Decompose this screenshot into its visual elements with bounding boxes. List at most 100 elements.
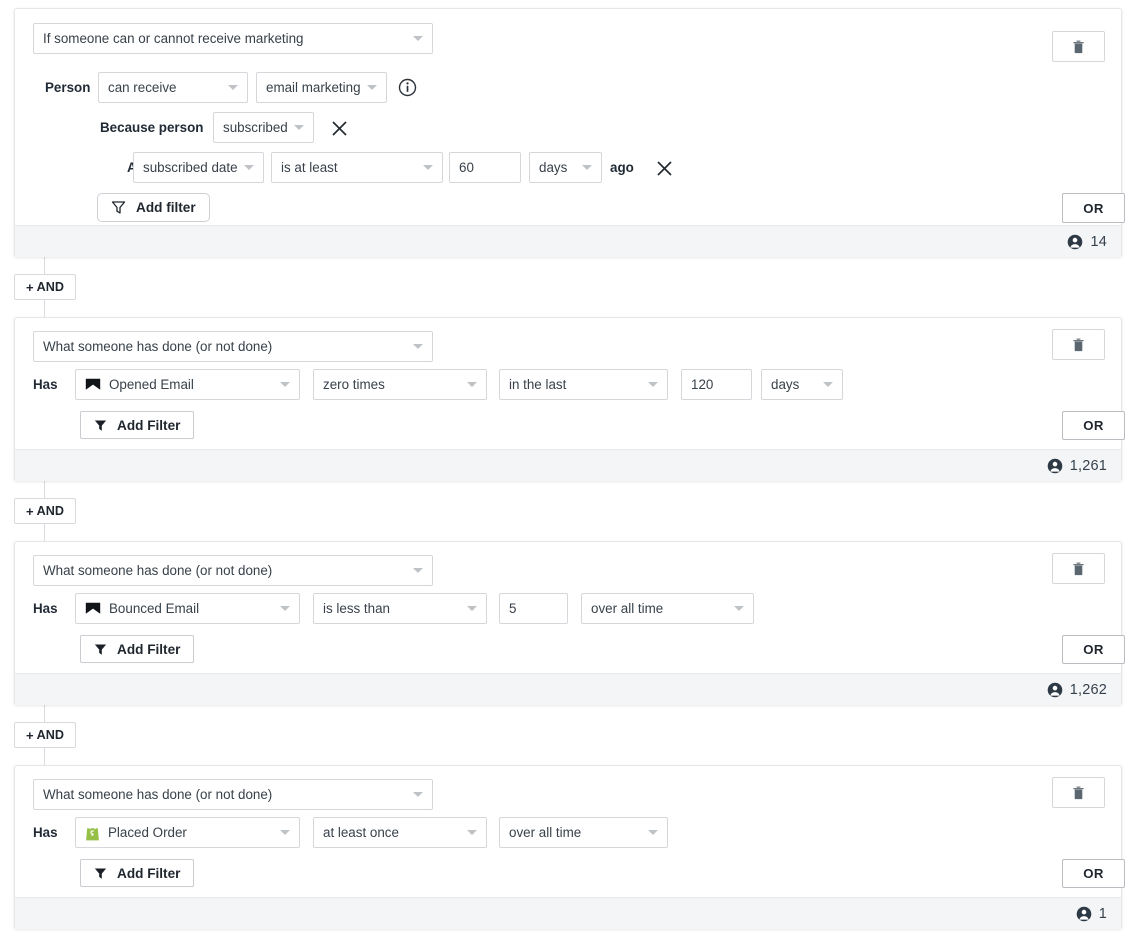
condition-type-select[interactable]: What someone has done (or not done) [33,331,433,362]
timeframe-select[interactable]: over all time [499,817,668,848]
condition-card-bounced-email: What someone has done (or not done) Has … [14,541,1125,705]
channel-select[interactable]: email marketing [256,72,387,103]
channel-value: email marketing [266,80,361,95]
add-filter-label: Add Filter [117,417,181,433]
chevron-down-icon [423,165,433,170]
chevron-down-icon [293,125,304,130]
add-filter-button[interactable]: Add Filter [80,859,195,887]
frequency-amount-input[interactable]: 5 [499,593,568,624]
condition-type-select[interactable]: What someone has done (or not done) [33,555,433,586]
condition-type-select[interactable]: If someone can or cannot receive marketi… [33,23,433,54]
add-and-condition-button-2[interactable]: + AND [14,498,76,524]
receive-status-select[interactable]: can receive [98,72,248,103]
frequency-select[interactable]: at least once [313,817,487,848]
remove-because-row-button[interactable] [330,119,348,137]
date-operator-select[interactable]: is at least [271,152,443,183]
or-button[interactable]: OR [1062,411,1125,440]
add-filter-button[interactable]: Add filter [97,193,210,222]
frequency-value: is less than [323,601,390,616]
date-field-value: subscribed date [143,160,238,175]
timeframe-unit-value: days [771,377,800,392]
timeframe-select[interactable]: over all time [581,593,754,624]
condition-card-opened-email: What someone has done (or not done) Has … [14,317,1125,481]
condition-type-value: What someone has done (or not done) [43,787,273,802]
timeframe-amount-input[interactable]: 120 [681,369,752,400]
person-icon [1047,458,1063,473]
connector-line-1 [44,257,45,274]
condition-type-value: If someone can or cannot receive marketi… [43,31,304,46]
date-field-select[interactable]: subscribed date [133,152,264,183]
or-label: OR [1083,200,1104,216]
has-label: Has [33,601,58,616]
chevron-down-icon [280,606,290,611]
has-label: Has [33,377,58,392]
timeframe-select[interactable]: in the last [499,369,668,400]
card-body: What someone has done (or not done) Has [15,766,1125,897]
chevron-down-icon [413,344,423,349]
connector-line-6 [44,748,45,765]
chevron-down-icon [467,382,477,387]
delete-condition-button[interactable] [1052,329,1105,360]
add-and-condition-button-3[interactable]: + AND [14,722,76,748]
trash-icon [1073,338,1084,351]
frequency-select[interactable]: zero times [313,369,487,400]
trash-icon [1073,40,1084,53]
info-icon[interactable] [398,78,417,97]
delete-condition-button[interactable] [1052,31,1105,62]
remove-and-row-button[interactable] [655,159,673,177]
close-icon [331,120,347,136]
add-filter-label: Add Filter [117,641,181,657]
card-body: If someone can or cannot receive marketi… [15,9,1125,225]
date-amount-input[interactable]: 60 [449,152,521,183]
has-label: Has [33,825,58,840]
close-icon [656,160,672,176]
add-and-condition-button-1[interactable]: + AND [14,274,76,300]
person-label: Person [45,80,91,95]
chevron-down-icon [648,830,658,835]
add-filter-button[interactable]: Add Filter [80,635,195,663]
frequency-select[interactable]: is less than [313,593,487,624]
metric-select[interactable]: Bounced Email [75,593,300,624]
metric-select[interactable]: Opened Email [75,369,300,400]
chevron-down-icon [823,382,833,387]
trash-icon [1073,786,1084,799]
add-filter-label: Add filter [136,200,196,215]
timeframe-unit-select[interactable]: days [761,369,843,400]
condition-card-marketing: If someone can or cannot receive marketi… [14,8,1125,257]
or-label: OR [1083,642,1104,657]
and-label: AND [36,280,64,294]
condition-type-value: What someone has done (or not done) [43,563,273,578]
because-person-label: Because person [100,120,204,135]
date-amount-value: 60 [459,160,474,175]
chevron-down-icon [228,85,238,90]
because-reason-value: subscribed [223,120,288,135]
plus-icon: + [26,727,34,743]
because-reason-select[interactable]: subscribed [213,112,314,143]
info-icon-glyph [398,78,417,97]
delete-condition-button[interactable] [1052,553,1105,584]
delete-condition-button[interactable] [1052,777,1105,808]
date-unit-select[interactable]: days [529,152,602,183]
or-button[interactable]: OR [1062,859,1125,888]
filter-icon [111,201,126,214]
metric-select[interactable]: Placed Order [75,817,300,848]
ago-label: ago [610,160,634,175]
or-button[interactable]: OR [1062,635,1125,664]
or-label: OR [1083,418,1104,433]
connector-line-5 [44,705,45,722]
trash-icon [1073,562,1084,575]
profile-count: 14 [1090,233,1107,250]
profile-count: 1,262 [1069,681,1107,698]
card-footer: 1,262 [15,673,1121,705]
add-filter-button[interactable]: Add Filter [80,411,195,439]
add-filter-label: Add Filter [117,865,181,881]
plus-icon: + [26,279,34,295]
timeframe-value: over all time [509,825,582,840]
profile-count: 1,261 [1069,457,1107,474]
timeframe-value: in the last [509,377,567,392]
chevron-down-icon [467,830,477,835]
chevron-down-icon [366,85,377,90]
or-button[interactable]: OR [1062,193,1125,223]
chevron-down-icon [280,830,290,835]
condition-type-select[interactable]: What someone has done (or not done) [33,779,433,810]
